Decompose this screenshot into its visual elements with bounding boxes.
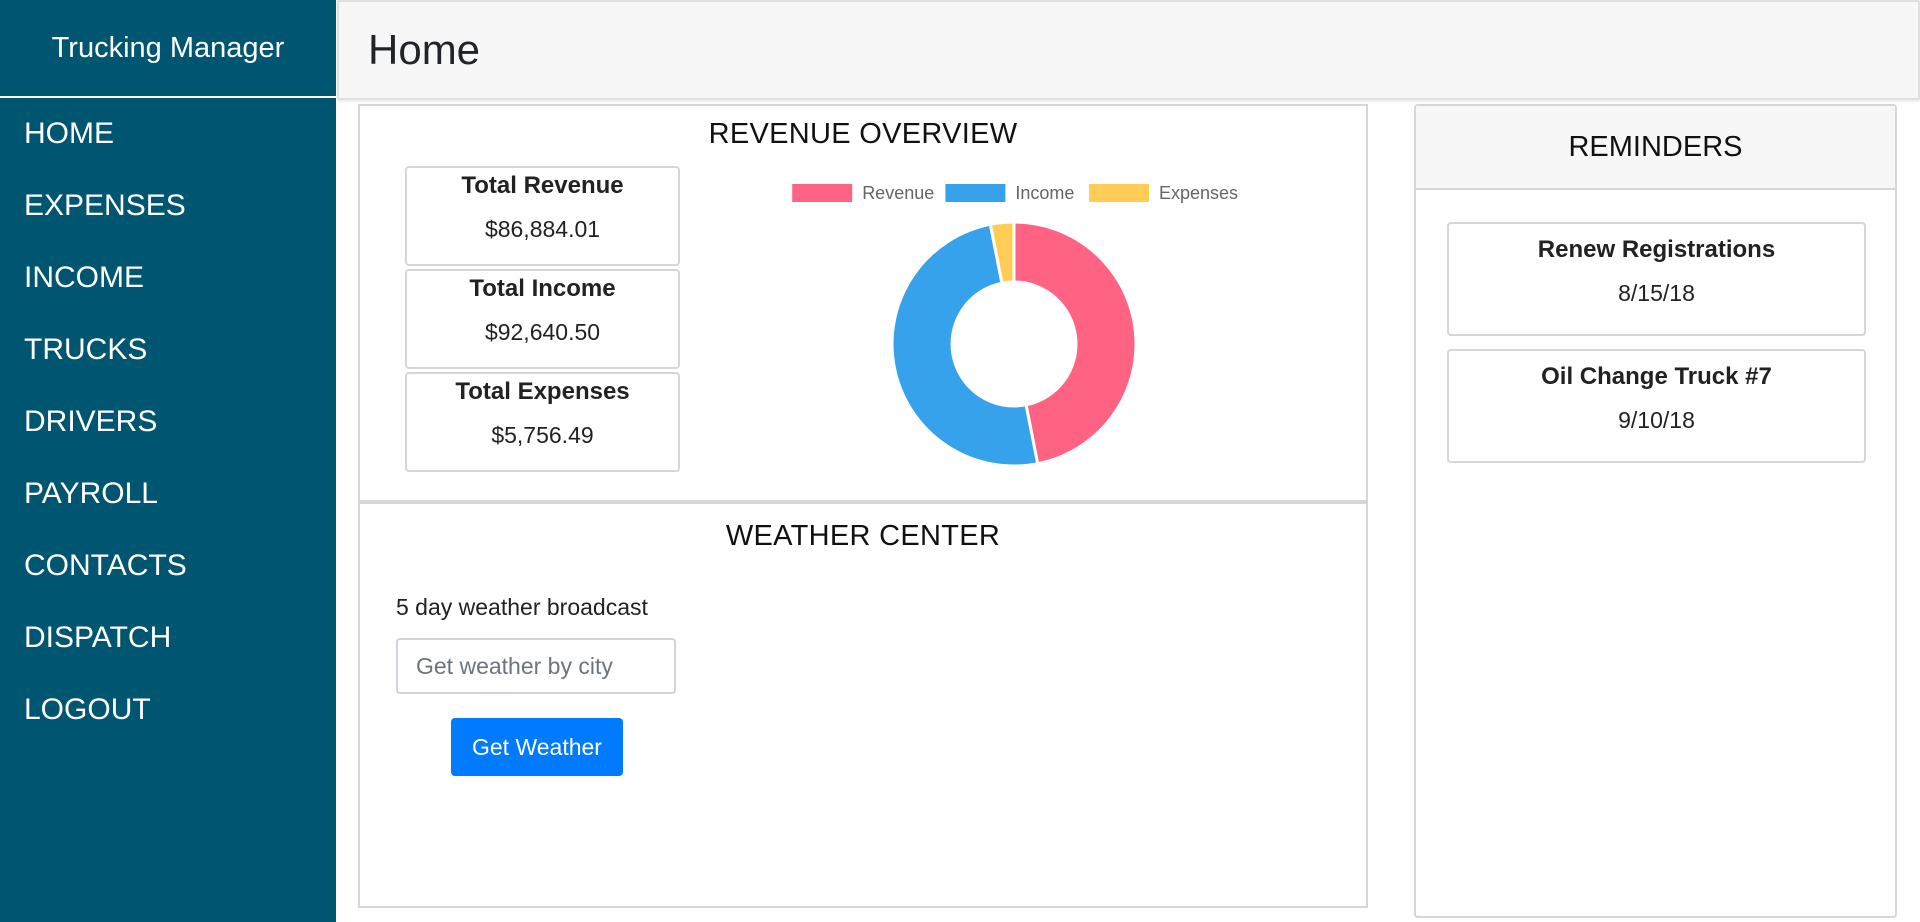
legend-label-revenue: Revenue (862, 183, 934, 203)
revenue-overview-title: REVENUE OVERVIEW (708, 118, 1018, 150)
reminders-panel: REMINDERS Renew Registrations 8/15/18 Oi… (1414, 104, 1897, 918)
legend-label-income: Income (1015, 183, 1074, 203)
legend-item-expenses[interactable]: Expenses (1089, 183, 1238, 203)
total-income-card: Total Income $92,640.50 (405, 269, 680, 369)
reminder-card[interactable]: Renew Registrations 8/15/18 (1447, 222, 1866, 336)
legend-swatch-revenue (792, 184, 853, 202)
brand-title[interactable]: Trucking Manager (0, 0, 336, 98)
weather-broadcast-label: 5 day weather broadcast (396, 594, 648, 620)
total-revenue-label: Total Revenue (461, 172, 624, 199)
get-weather-button[interactable]: Get Weather (451, 718, 623, 776)
legend-item-income[interactable]: Income (945, 183, 1074, 203)
total-revenue-card: Total Revenue $86,884.01 (405, 166, 680, 266)
revenue-overview-panel: REVENUE OVERVIEW Total Revenue $86,884.0… (358, 104, 1368, 502)
sidebar-item-trucks[interactable]: TRUCKS (0, 314, 336, 386)
reminder-card[interactable]: Oil Change Truck #7 9/10/18 (1447, 349, 1866, 463)
donut-slice-revenue[interactable] (1012, 220, 1138, 466)
weather-city-input[interactable] (396, 638, 676, 694)
total-income-label: Total Income (469, 275, 616, 302)
sidebar-item-home[interactable]: HOME (0, 98, 336, 170)
sidebar: Trucking Manager HOME EXPENSES INCOME TR… (0, 0, 336, 922)
reminder-date: 9/10/18 (1618, 407, 1695, 433)
sidebar-item-income[interactable]: INCOME (0, 242, 336, 314)
sidebar-item-drivers[interactable]: DRIVERS (0, 386, 336, 458)
revenue-doughnut-chart: Revenue Income Expenses (792, 183, 1238, 468)
reminder-title: Renew Registrations (1537, 236, 1776, 263)
page-header: Home (337, 0, 1920, 100)
total-income-value: $92,640.50 (484, 319, 601, 345)
page-title: Home (368, 26, 481, 73)
sidebar-item-contacts[interactable]: CONTACTS (0, 530, 336, 602)
sidebar-nav: HOME EXPENSES INCOME TRUCKS DRIVERS PAYR… (0, 98, 336, 746)
total-expenses-value: $5,756.49 (491, 422, 594, 448)
total-revenue-value: $86,884.01 (484, 216, 601, 242)
legend-swatch-income (945, 184, 1006, 202)
total-expenses-label: Total Expenses (455, 378, 630, 405)
reminder-title: Oil Change Truck #7 (1541, 363, 1772, 390)
revenue-chart: Revenue Income Expenses (774, 170, 1254, 470)
legend-label-expenses: Expenses (1159, 183, 1238, 203)
reminder-date: 8/15/18 (1618, 280, 1695, 306)
sidebar-item-expenses[interactable]: EXPENSES (0, 170, 336, 242)
weather-center-panel: WEATHER CENTER 5 day weather broadcast G… (358, 502, 1368, 908)
legend-swatch-expenses (1089, 184, 1149, 202)
sidebar-item-payroll[interactable]: PAYROLL (0, 458, 336, 530)
weather-center-title: WEATHER CENTER (725, 520, 1001, 552)
sidebar-item-logout[interactable]: LOGOUT (0, 674, 336, 746)
reminders-title: REMINDERS (1416, 106, 1895, 190)
sidebar-item-dispatch[interactable]: DISPATCH (0, 602, 336, 674)
legend-item-revenue[interactable]: Revenue (792, 183, 934, 203)
total-expenses-card: Total Expenses $5,756.49 (405, 372, 680, 472)
